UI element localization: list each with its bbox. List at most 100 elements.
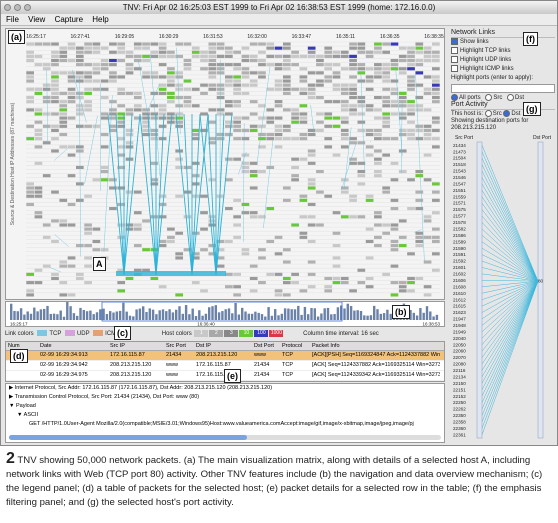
menu-view[interactable]: View bbox=[28, 15, 45, 24]
overview-bar bbox=[122, 302, 125, 320]
host-cell bbox=[125, 141, 134, 145]
host-cell bbox=[133, 95, 142, 100]
host-dst-radio[interactable]: Dst bbox=[503, 110, 520, 117]
host-cell bbox=[59, 91, 68, 95]
host-cell bbox=[117, 50, 126, 54]
host-cell bbox=[249, 58, 258, 63]
host-cell bbox=[183, 42, 192, 46]
highlight-udp-checkbox[interactable]: Highlight UDP links bbox=[451, 56, 555, 65]
host-cell bbox=[142, 75, 150, 79]
col-src-ip[interactable]: Src IP bbox=[108, 342, 164, 350]
host-cell bbox=[382, 104, 391, 108]
host-cell bbox=[407, 50, 415, 54]
host-cell bbox=[299, 116, 308, 120]
table-row[interactable]: 02-99 16:29:34.913 172.16.115.87 21434 2… bbox=[6, 351, 444, 361]
host-cell bbox=[150, 116, 159, 120]
col-dst-ip[interactable]: Dst IP bbox=[194, 342, 252, 350]
host-cell bbox=[84, 63, 92, 67]
host-cell bbox=[374, 244, 382, 248]
overview-time-label: 16:25:17 bbox=[10, 322, 28, 327]
host-cell bbox=[258, 58, 266, 63]
host-cell bbox=[241, 75, 250, 79]
host-cell bbox=[241, 202, 250, 207]
host-cell bbox=[282, 83, 291, 87]
host-cell bbox=[59, 281, 68, 285]
host-cell bbox=[26, 289, 34, 293]
host-cell bbox=[249, 174, 258, 178]
ports-input[interactable] bbox=[451, 84, 555, 94]
cell-protocol: TCP bbox=[282, 352, 293, 358]
tcp-swatch bbox=[37, 330, 48, 337]
overview-bar bbox=[69, 306, 72, 320]
overview-histogram[interactable]: 16:25:17 16:36:40 16:38:53 bbox=[6, 301, 444, 327]
checkbox-icon[interactable] bbox=[451, 47, 458, 55]
col-packet-info[interactable]: Packet Info bbox=[310, 342, 440, 350]
host-cell bbox=[100, 248, 109, 252]
host-src-radio[interactable]: Src bbox=[484, 110, 502, 117]
host-cell bbox=[365, 67, 374, 71]
visualization-matrix[interactable]: 16:25:17 16:27:41 16:29:05 16:30:29 16:31:53… bbox=[5, 28, 445, 300]
col-src-port[interactable]: Src Port bbox=[164, 342, 194, 350]
menu-help[interactable]: Help bbox=[92, 15, 108, 24]
scroll-thumb[interactable] bbox=[9, 435, 247, 440]
port-link bbox=[481, 190, 539, 282]
checkbox-icon[interactable] bbox=[451, 56, 458, 64]
overview-bar bbox=[158, 310, 161, 320]
host-cell bbox=[75, 91, 84, 95]
highlight-icmp-checkbox[interactable]: Highlight ICMP links bbox=[451, 65, 555, 74]
host-cell bbox=[167, 71, 175, 75]
detail-ascii-line[interactable]: ▼ ASCII bbox=[9, 411, 444, 420]
cell-dst-ip: 208.213.215.120 bbox=[196, 352, 238, 358]
host-cell bbox=[407, 46, 415, 50]
collapse-triangle-icon[interactable]: ▼ bbox=[17, 412, 24, 418]
window-controls[interactable] bbox=[4, 4, 31, 11]
col-protocol[interactable]: Protocol bbox=[280, 342, 310, 350]
overview-bar bbox=[214, 305, 217, 320]
host-cell bbox=[415, 239, 424, 244]
detail-tcp-line[interactable]: ▶ Transmission Control Protocol, Src Por… bbox=[9, 393, 444, 402]
host-cell bbox=[200, 112, 208, 116]
host-cell bbox=[26, 100, 34, 104]
port-link bbox=[481, 177, 539, 282]
menu-file[interactable]: File bbox=[6, 15, 19, 24]
host-cell bbox=[150, 91, 159, 95]
host-cell bbox=[258, 50, 266, 54]
host-cell bbox=[133, 42, 142, 46]
host-cell bbox=[423, 219, 432, 223]
checkbox-icon[interactable] bbox=[451, 38, 458, 45]
detail-payload-line[interactable]: ▼ Payload bbox=[9, 402, 444, 411]
checkbox-icon[interactable] bbox=[451, 65, 458, 73]
col-dst-port[interactable]: Dst Port bbox=[252, 342, 280, 350]
host-cell bbox=[133, 104, 142, 108]
col-date[interactable]: Date bbox=[38, 342, 108, 350]
matrix-canvas[interactable]: 16:25:17 16:27:41 16:29:05 16:30:29 16:31:53… bbox=[6, 29, 444, 299]
overview-navigator[interactable]: 16:25:17 16:36:40 16:38:53 bbox=[5, 301, 445, 327]
window-titlebar: TNV: Fri Apr 02 16:25:03 EST 1999 to Fri… bbox=[1, 1, 557, 15]
minimize-button[interactable] bbox=[14, 4, 21, 11]
packet-details[interactable]: ▶ Internet Protocol, Src Addr: 172.16.11… bbox=[5, 383, 445, 443]
menu-capture[interactable]: Capture bbox=[55, 15, 83, 24]
host-cell bbox=[133, 54, 142, 58]
host-cell bbox=[274, 289, 283, 293]
host-cell bbox=[407, 289, 415, 293]
host-cell bbox=[349, 63, 357, 67]
overview-bar bbox=[264, 316, 267, 320]
host-cell bbox=[175, 194, 184, 198]
collapse-triangle-icon[interactable]: ▼ bbox=[9, 403, 16, 409]
host-cell bbox=[125, 145, 134, 149]
details-scrollbar[interactable] bbox=[9, 435, 441, 440]
detail-ip-line[interactable]: ▶ Internet Protocol, Src Addr: 172.16.11… bbox=[9, 384, 444, 393]
show-links-checkbox[interactable]: Show links bbox=[451, 38, 555, 47]
host-cell bbox=[258, 170, 266, 174]
close-button[interactable] bbox=[4, 4, 11, 11]
host-cell bbox=[34, 54, 43, 58]
overview-bar bbox=[415, 315, 419, 320]
host-cell bbox=[340, 281, 349, 285]
legend-panel: Link colors TCP UDP ICMP Host colors 123… bbox=[5, 328, 445, 340]
overview-bar bbox=[16, 311, 19, 320]
host-cell bbox=[241, 67, 250, 71]
highlight-tcp-checkbox[interactable]: Highlight TCP links bbox=[451, 47, 555, 56]
host-cell bbox=[158, 116, 167, 120]
zoom-button[interactable] bbox=[24, 4, 31, 11]
port-activity-canvas[interactable]: Src Port Dst Port 2143421473 2150421518 2154… bbox=[451, 132, 555, 444]
